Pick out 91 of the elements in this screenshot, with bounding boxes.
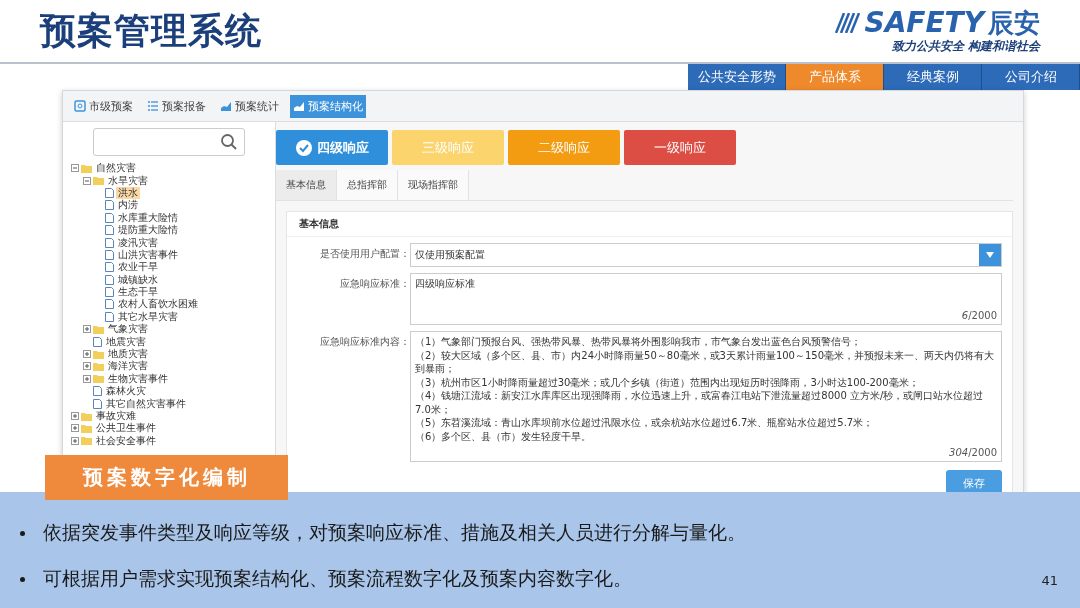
- tree-item[interactable]: 水库重大险情: [116, 211, 180, 224]
- file-icon: [105, 200, 114, 211]
- plus-icon[interactable]: [83, 362, 91, 371]
- tree-item[interactable]: 其它水旱灾害: [116, 310, 180, 323]
- file-icon: [105, 274, 114, 285]
- file-icon: [105, 187, 114, 198]
- nav-tab[interactable]: 公司介绍: [982, 64, 1080, 90]
- file-icon: [105, 249, 114, 260]
- minus-icon[interactable]: [71, 164, 79, 173]
- toolbar-tab[interactable]: 预案统计: [217, 94, 282, 118]
- tree-item[interactable]: 凌汛灾害: [116, 236, 160, 249]
- level-button[interactable]: 一级响应: [624, 130, 736, 165]
- tree-item[interactable]: 地震灾害: [104, 335, 148, 348]
- tree-item[interactable]: 生态干旱: [116, 286, 160, 299]
- folder-icon: [81, 423, 92, 433]
- field-label: 应急响应标准内容：: [319, 335, 410, 349]
- tab[interactable]: 基本信息: [276, 170, 337, 200]
- list-icon: [147, 100, 159, 112]
- document-icon: [74, 100, 86, 112]
- plus-icon[interactable]: [83, 350, 91, 359]
- stripes-icon: [834, 12, 861, 33]
- plus-icon[interactable]: [71, 412, 79, 420]
- tree-item[interactable]: 地质灾害: [106, 348, 150, 361]
- folder-icon: [81, 436, 92, 446]
- file-icon: [105, 262, 114, 273]
- minus-icon[interactable]: [83, 176, 91, 185]
- bullet-text: 依据突发事件类型及响应等级，对预案响应标准、措施及相关人员进行分解与量化。: [43, 520, 746, 545]
- tree-item[interactable]: 内涝: [116, 199, 140, 212]
- tree-item[interactable]: 农业干旱: [116, 261, 160, 274]
- file-icon: [105, 287, 114, 298]
- chart-icon: [293, 100, 305, 112]
- file-icon: [93, 398, 102, 409]
- file-icon: [105, 212, 114, 223]
- tree-item[interactable]: 生物灾害事件: [106, 372, 170, 385]
- caret-icon: [986, 252, 994, 258]
- tree-item[interactable]: 水旱灾害: [106, 174, 150, 187]
- tree-item[interactable]: 气象灾害: [106, 323, 150, 336]
- file-icon: [93, 386, 102, 397]
- plus-icon[interactable]: [71, 424, 79, 433]
- file-icon: [105, 311, 114, 322]
- folder-icon: [93, 176, 104, 186]
- folder-icon: [81, 411, 92, 421]
- logo-slogan: 致力公共安全 构建和谐社会: [891, 37, 1040, 55]
- callout-label: 预案数字化编制: [45, 455, 288, 500]
- file-icon: [93, 336, 102, 347]
- plus-icon[interactable]: [83, 374, 91, 383]
- file-icon: [105, 299, 114, 310]
- folder-icon: [93, 361, 104, 371]
- bullet-icon: [20, 530, 25, 536]
- tree-item[interactable]: 社会安全事件: [94, 434, 158, 447]
- tree-item[interactable]: 城镇缺水: [116, 273, 160, 286]
- page-number: 41: [1041, 573, 1058, 588]
- slide-title: 预案管理系统: [40, 8, 262, 53]
- check-icon: [295, 139, 312, 156]
- tree-item[interactable]: 洪水: [116, 186, 140, 199]
- folder-icon: [93, 349, 104, 359]
- tree-item[interactable]: 森林火灾: [104, 385, 148, 398]
- folder-icon: [93, 374, 104, 384]
- folder-icon: [81, 163, 92, 173]
- dropdown-field[interactable]: 仅使用预案配置: [410, 243, 1002, 267]
- character-count: 304/2000: [949, 446, 997, 458]
- bullet-icon: [20, 576, 25, 582]
- tree-item[interactable]: 海洋灾害: [106, 360, 150, 373]
- logo-name: 辰安: [988, 7, 1040, 38]
- tree-item[interactable]: 公共卫生事件: [94, 422, 158, 435]
- tree-item[interactable]: 山洪灾害事件: [116, 248, 180, 261]
- plus-icon[interactable]: [71, 436, 79, 445]
- tree-item[interactable]: 事故灾难: [94, 410, 138, 422]
- toolbar-tab[interactable]: 预案报备: [144, 94, 209, 118]
- text-area-field[interactable]: 四级响应标准 6/2000: [410, 273, 1002, 325]
- tree-item[interactable]: 其它自然灾害事件: [104, 397, 188, 410]
- nav-tab[interactable]: 经典案例: [884, 64, 982, 90]
- nav-tab[interactable]: 公共安全形势: [688, 64, 786, 90]
- bullet-text: 可根据用户需求实现预案结构化、预案流程数字化及预案内容数字化。: [43, 566, 632, 591]
- character-count: 6/2000: [961, 309, 997, 321]
- file-icon: [105, 237, 114, 248]
- search-icon: [220, 133, 238, 151]
- text-area-field[interactable]: （1）气象部门预报台风、强热带风暴、热带风暴将外围影响我市，市气象台发出蓝色台风预警信号； （2）较大区域（多个区、县、市）内24小时降雨量50～80毫米，或3天累计雨量100～150毫米，并预报未来一、两天内仍将有大到暴雨； （3）杭州市区1小时降雨量超过30毫米；或几个乡镇（街道）范围内出现短历时强降雨，3小时达100-200毫米； （4）钱塘江流域：新安江水库库区出现强降雨，水位迅速上升，或富春江电站下泄流量超过8000 立方米/秒，或闸口站水位超过7.0米； （5）东苕溪流域：青山水库坝前水位超过汛限水位，或余杭站水位超过6.7米、瓶窑站水位超过5.7米； （6）多个区、县（市）发生轻度干旱。 304/2000: [410, 331, 1002, 462]
- logo-wordmark: SAFETY: [864, 7, 984, 38]
- field-label: 应急响应标准：: [339, 277, 410, 291]
- section-title: 基本信息: [287, 212, 1012, 237]
- chart-icon: [220, 100, 232, 112]
- tree-item[interactable]: 堤防重大险情: [116, 224, 180, 237]
- folder-icon: [93, 324, 104, 334]
- file-icon: [105, 225, 114, 236]
- search-field[interactable]: [93, 128, 245, 156]
- field-label: 是否使用用户配置：: [319, 247, 410, 261]
- toolbar-tab[interactable]: 市级预案: [71, 94, 136, 118]
- tree-item[interactable]: 农村人畜饮水困难: [116, 298, 200, 311]
- plus-icon[interactable]: [83, 325, 91, 334]
- tree-item[interactable]: 自然灾害: [94, 162, 138, 175]
